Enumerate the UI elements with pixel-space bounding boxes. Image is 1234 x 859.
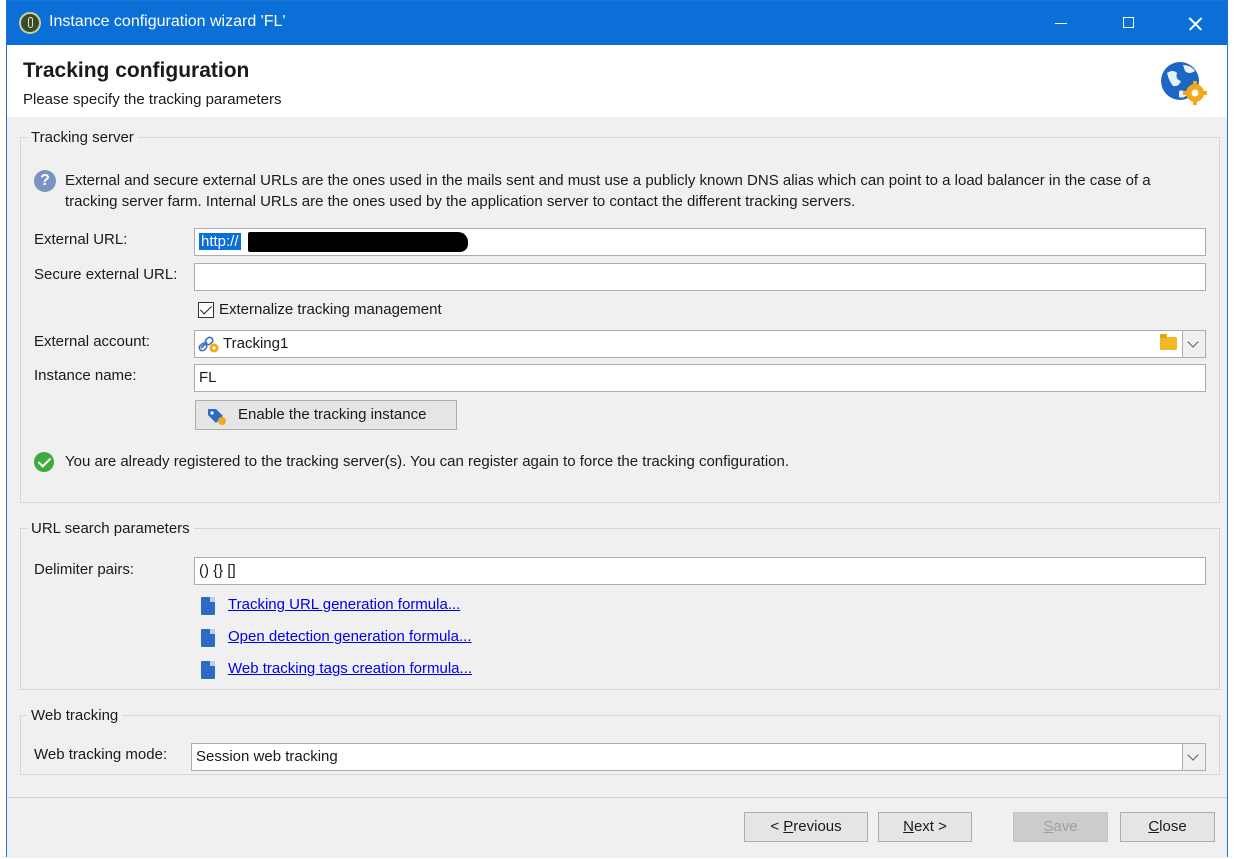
enable-tracking-instance-button[interactable]: Enable the tracking instance bbox=[195, 400, 457, 430]
external-url-value: http:// bbox=[199, 233, 241, 250]
instance-name-label: Instance name: bbox=[34, 367, 137, 384]
tracking-info-text: External and secure external URLs are th… bbox=[65, 172, 1151, 210]
title-bar[interactable]: Instance configuration wizard 'FL' bbox=[7, 1, 1227, 45]
tracking-server-legend: Tracking server bbox=[31, 129, 134, 146]
web-tracking-mode-select[interactable]: Session web tracking bbox=[191, 743, 1206, 771]
window-title: Instance configuration wizard 'FL' bbox=[49, 13, 286, 30]
web-tracking-group: Web tracking Web tracking mode: Session … bbox=[20, 707, 1220, 775]
question-icon: ? bbox=[34, 170, 56, 192]
close-window-button[interactable] bbox=[1163, 1, 1227, 45]
external-account-combo[interactable]: Tracking1 bbox=[194, 330, 1206, 358]
web-tracking-mode-label: Web tracking mode: bbox=[34, 746, 168, 763]
redacted-block bbox=[248, 232, 468, 252]
secure-url-label: Secure external URL: bbox=[34, 266, 178, 283]
enable-tracking-instance-label: Enable the tracking instance bbox=[238, 406, 427, 423]
app-logo-icon bbox=[19, 12, 41, 34]
globe-gear-icon bbox=[1161, 62, 1207, 105]
maximize-button[interactable] bbox=[1097, 1, 1161, 45]
page-subtitle: Please specify the tracking parameters bbox=[23, 91, 282, 108]
previous-button[interactable]: < Previous bbox=[744, 812, 868, 842]
externalize-checkbox[interactable] bbox=[198, 302, 214, 318]
delimiter-pairs-label: Delimiter pairs: bbox=[34, 561, 135, 578]
external-account-label: External account: bbox=[34, 333, 150, 350]
formula-doc-icon bbox=[201, 661, 215, 679]
web-tracking-mode-dropdown-button[interactable] bbox=[1182, 744, 1205, 770]
open-detection-formula-link[interactable]: Open detection generation formula... bbox=[228, 628, 472, 645]
formula-doc-icon bbox=[201, 629, 215, 647]
instance-name-input[interactable]: FL bbox=[194, 364, 1206, 392]
save-button[interactable]: Save bbox=[1013, 812, 1108, 842]
close-button[interactable]: Close bbox=[1120, 812, 1215, 842]
tracking-server-group: Tracking server ? External and secure ex… bbox=[20, 129, 1220, 503]
link-account-icon bbox=[198, 336, 219, 353]
minimize-button[interactable] bbox=[1029, 1, 1093, 45]
external-url-label: External URL: bbox=[34, 231, 128, 248]
success-check-icon bbox=[34, 452, 54, 472]
formula-doc-icon bbox=[201, 597, 215, 615]
wizard-header: Tracking configuration Please specify th… bbox=[7, 45, 1227, 118]
externalize-label[interactable]: Externalize tracking management bbox=[219, 301, 442, 318]
external-account-dropdown-button[interactable] bbox=[1182, 331, 1205, 357]
url-search-legend: URL search parameters bbox=[31, 520, 190, 537]
wizard-window: Instance configuration wizard 'FL' Track… bbox=[6, 0, 1228, 858]
url-search-group: URL search parameters Delimiter pairs: (… bbox=[20, 520, 1220, 690]
tag-icon bbox=[208, 409, 226, 425]
folder-icon[interactable] bbox=[1160, 334, 1177, 350]
web-tracking-legend: Web tracking bbox=[31, 707, 119, 724]
wizard-content: Tracking server ? External and secure ex… bbox=[7, 117, 1227, 797]
wizard-footer: < Previous Next > Save Close bbox=[7, 797, 1227, 858]
secure-url-input[interactable] bbox=[194, 263, 1206, 291]
next-button[interactable]: Next > bbox=[878, 812, 972, 842]
registration-status-text: You are already registered to the tracki… bbox=[65, 453, 790, 470]
web-tracking-tags-formula-link[interactable]: Web tracking tags creation formula... bbox=[228, 660, 472, 677]
tracking-url-formula-link[interactable]: Tracking URL generation formula... bbox=[228, 596, 460, 613]
page-title: Tracking configuration bbox=[23, 59, 250, 82]
external-account-value: Tracking1 bbox=[223, 335, 289, 352]
delimiter-pairs-input[interactable]: () {} [] bbox=[194, 557, 1206, 585]
web-tracking-mode-value: Session web tracking bbox=[196, 748, 338, 765]
external-url-input[interactable]: http:// bbox=[194, 228, 1206, 256]
